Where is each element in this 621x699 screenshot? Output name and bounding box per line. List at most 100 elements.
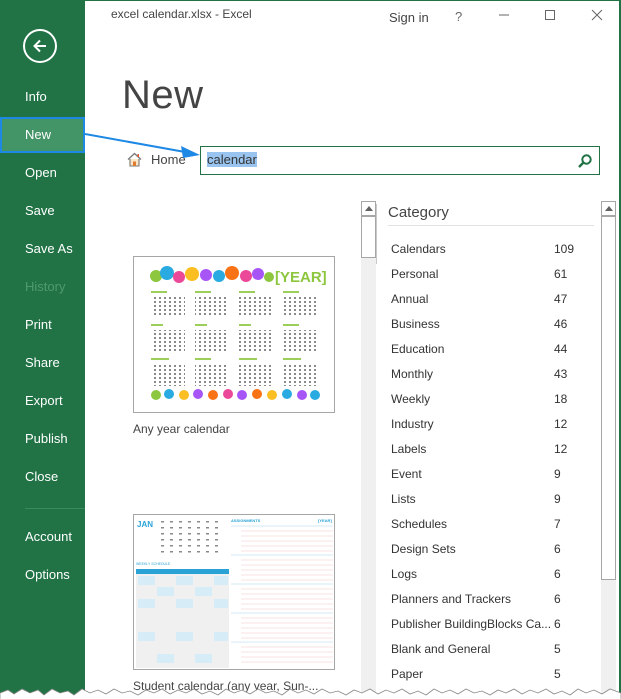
category-name: Labels bbox=[391, 441, 427, 456]
category-name: Logs bbox=[391, 566, 418, 581]
category-count: 7 bbox=[554, 516, 561, 531]
category-count: 18 bbox=[554, 391, 568, 406]
heading-underline bbox=[388, 225, 594, 226]
category-item[interactable]: Education 44 bbox=[391, 336, 591, 361]
category-name: Lists bbox=[391, 491, 416, 506]
scrollbar-thumb[interactable] bbox=[361, 216, 376, 258]
weekly-schedule-label: WEEKLY SCHEDULE bbox=[136, 562, 171, 566]
window-title: excel calendar.xlsx - Excel bbox=[111, 7, 252, 21]
close-button[interactable] bbox=[585, 5, 609, 25]
template-any-year-calendar[interactable]: [YEAR] Any year calendar bbox=[133, 256, 335, 436]
template-thumbnail: JAN WEEKLY SCHEDULE ASSIGNMENTS [YEAR] bbox=[133, 514, 335, 670]
category-item[interactable]: Personal 61 bbox=[391, 261, 591, 286]
category-count: 6 bbox=[554, 566, 561, 581]
panel-divider bbox=[376, 204, 377, 264]
nav-info[interactable]: Info bbox=[0, 79, 85, 115]
close-icon bbox=[591, 9, 603, 21]
category-heading: Category bbox=[388, 204, 449, 221]
category-count: 6 bbox=[554, 591, 561, 606]
category-count: 47 bbox=[554, 291, 568, 306]
sign-in-link[interactable]: Sign in bbox=[389, 10, 429, 25]
nav-share[interactable]: Share bbox=[0, 345, 85, 381]
template-name: Any year calendar bbox=[133, 422, 230, 436]
category-count: 44 bbox=[554, 341, 568, 356]
category-item[interactable]: Planners and Trackers 6 bbox=[391, 586, 591, 611]
nav-save[interactable]: Save bbox=[0, 193, 85, 229]
maximize-icon bbox=[545, 10, 555, 20]
category-item[interactable]: Logs 6 bbox=[391, 561, 591, 586]
nav-save-as[interactable]: Save As bbox=[0, 231, 85, 267]
excel-window: Info New Open Save Save As History Print… bbox=[0, 0, 621, 699]
nav-open[interactable]: Open bbox=[0, 155, 85, 191]
month-label: JAN bbox=[137, 520, 153, 529]
category-name: Publisher BuildingBlocks Ca... bbox=[391, 616, 552, 631]
template-gallery: [YEAR] Any year calendar JAN WEEKLY SCHE… bbox=[86, 196, 376, 699]
scrollbar-thumb[interactable] bbox=[601, 216, 616, 580]
category-item[interactable]: Event 9 bbox=[391, 461, 591, 486]
minimize-button[interactable] bbox=[492, 5, 516, 25]
back-button[interactable] bbox=[23, 29, 57, 63]
backstage-sidebar: Info New Open Save Save As History Print… bbox=[0, 1, 85, 699]
category-item[interactable]: Calendars 109 bbox=[391, 236, 591, 261]
category-name: Industry bbox=[391, 416, 434, 431]
category-item[interactable]: Paper 5 bbox=[391, 661, 591, 686]
category-item[interactable]: Lists 9 bbox=[391, 486, 591, 511]
nav-close[interactable]: Close bbox=[0, 459, 85, 495]
category-item[interactable]: Schedules 7 bbox=[391, 511, 591, 536]
category-count: 61 bbox=[554, 266, 568, 281]
help-button[interactable]: ? bbox=[455, 9, 462, 24]
flower-banner-bottom bbox=[151, 389, 320, 400]
home-icon bbox=[127, 152, 142, 167]
category-name: Business bbox=[391, 316, 440, 331]
category-item[interactable]: Industry 12 bbox=[391, 411, 591, 436]
category-name: Event bbox=[391, 466, 422, 481]
category-count: 12 bbox=[554, 416, 568, 431]
category-item[interactable]: Design Sets 6 bbox=[391, 536, 591, 561]
category-name: Personal bbox=[391, 266, 439, 281]
template-search-box[interactable]: calendar bbox=[200, 146, 600, 175]
student-calendar-preview: JAN WEEKLY SCHEDULE ASSIGNMENTS [YEAR] bbox=[136, 518, 333, 668]
search-icon[interactable] bbox=[577, 153, 593, 169]
category-name: Planners and Trackers bbox=[391, 591, 512, 606]
category-name: Design Sets bbox=[391, 541, 456, 556]
category-scrollbar[interactable] bbox=[601, 201, 616, 699]
category-item[interactable]: Monthly 43 bbox=[391, 361, 591, 386]
category-item[interactable]: Blank and General 5 bbox=[391, 636, 591, 661]
nav-new[interactable]: New bbox=[0, 117, 85, 153]
nav-account[interactable]: Account bbox=[0, 519, 85, 555]
template-name: Student calendar (any year, Sun-... bbox=[133, 679, 319, 693]
scroll-up-button[interactable] bbox=[361, 201, 376, 216]
nav-options[interactable]: Options bbox=[0, 557, 85, 593]
maximize-button[interactable] bbox=[538, 5, 562, 25]
nav-publish[interactable]: Publish bbox=[0, 421, 85, 457]
category-count: 12 bbox=[554, 441, 568, 456]
category-count: 5 bbox=[554, 666, 561, 681]
template-student-calendar[interactable]: JAN WEEKLY SCHEDULE ASSIGNMENTS [YEAR] S… bbox=[133, 514, 335, 693]
nav-print[interactable]: Print bbox=[0, 307, 85, 343]
category-name: Calendars bbox=[391, 241, 446, 256]
any-year-calendar-preview: [YEAR] bbox=[150, 266, 327, 400]
nav-export[interactable]: Export bbox=[0, 383, 85, 419]
search-input[interactable]: calendar bbox=[207, 152, 257, 167]
assignments-label: ASSIGNMENTS bbox=[231, 518, 261, 523]
templates-scrollbar[interactable] bbox=[361, 201, 376, 699]
home-link[interactable]: Home bbox=[126, 151, 186, 168]
nav-history: History bbox=[25, 279, 66, 294]
home-label: Home bbox=[151, 152, 186, 167]
sidebar-divider bbox=[25, 508, 85, 509]
scroll-up-button[interactable] bbox=[601, 201, 616, 216]
category-item[interactable]: Annual 47 bbox=[391, 286, 591, 311]
category-name: Weekly bbox=[391, 391, 431, 406]
template-thumbnail: [YEAR] bbox=[133, 256, 335, 413]
minimize-icon bbox=[499, 14, 509, 16]
page-title: New bbox=[122, 73, 204, 117]
category-item[interactable]: Publisher BuildingBlocks Ca... 6 bbox=[391, 611, 591, 636]
category-item[interactable]: Business 46 bbox=[391, 311, 591, 336]
category-name: Paper bbox=[391, 666, 424, 681]
category-item[interactable]: Weekly 18 bbox=[391, 386, 591, 411]
category-name: Schedules bbox=[391, 516, 448, 531]
category-item[interactable]: Labels 12 bbox=[391, 436, 591, 461]
category-name: Annual bbox=[391, 291, 429, 306]
category-count: 43 bbox=[554, 366, 568, 381]
category-count: 5 bbox=[554, 641, 561, 656]
